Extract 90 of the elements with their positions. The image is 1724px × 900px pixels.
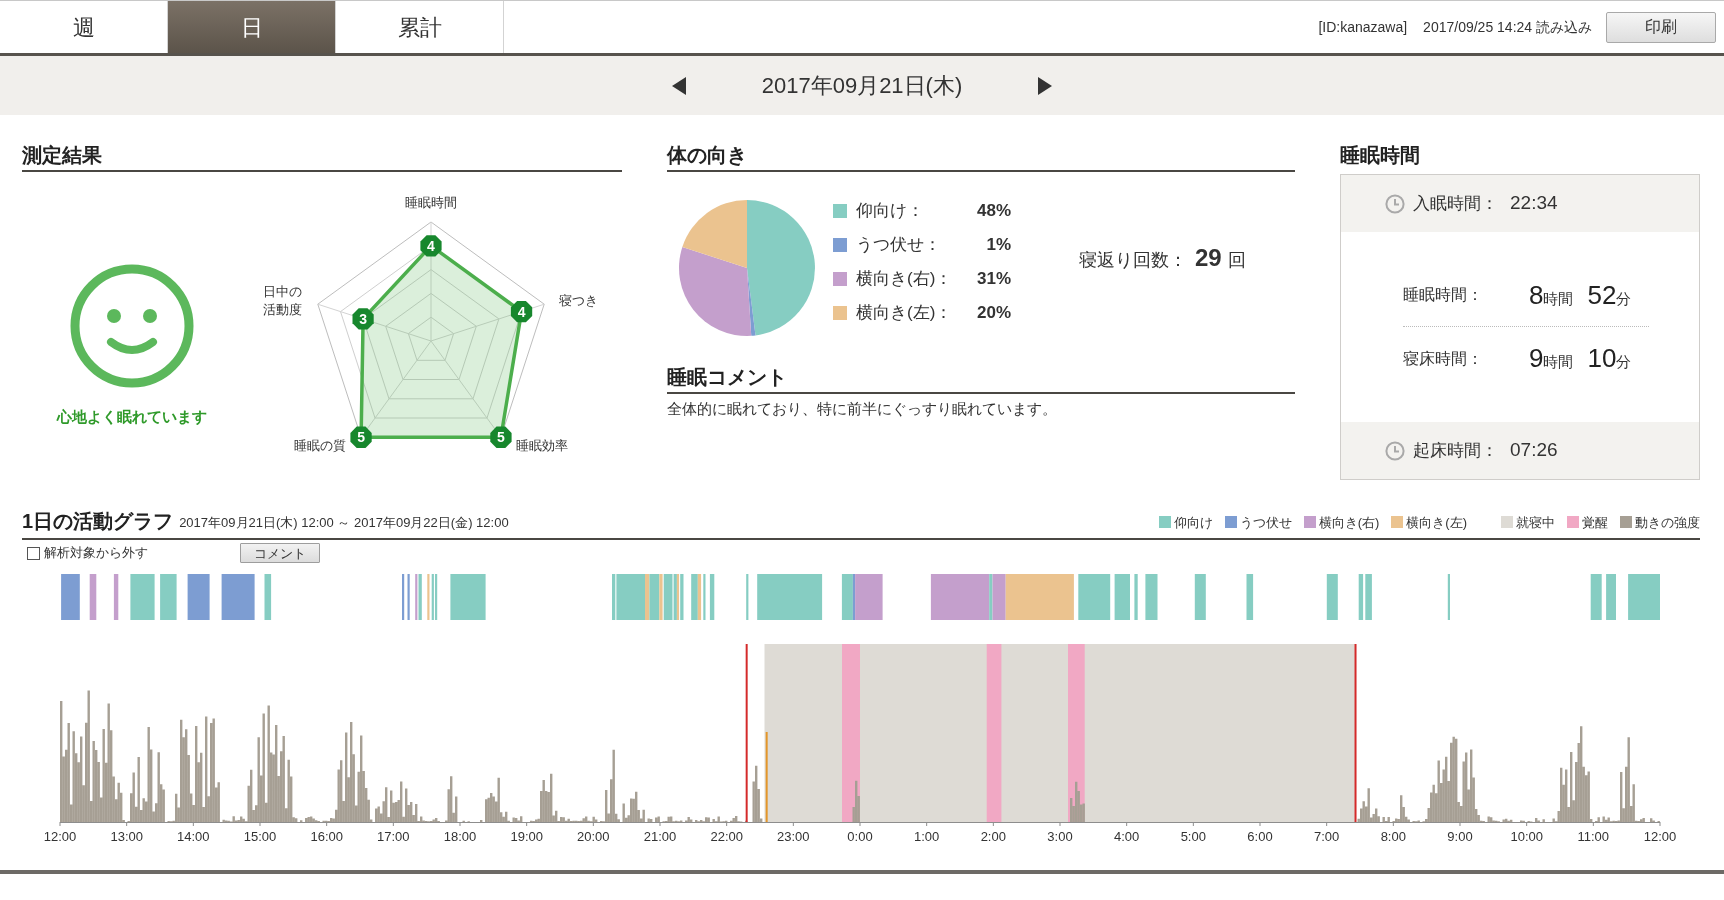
loaded-time-text: 2017/09/25 14:24 読み込み — [1423, 17, 1592, 37]
axis-label: 16:00 — [310, 829, 343, 844]
section-title: 測定結果 — [22, 141, 622, 172]
clock-icon — [1385, 440, 1405, 461]
sleep-onset-time: 22:34 — [1510, 191, 1558, 216]
graph-title: 1日の活動グラフ — [22, 509, 174, 534]
mood-text: 心地よく眠れています — [57, 407, 207, 427]
axis-label: 8:00 — [1380, 829, 1406, 844]
clock-icon — [1385, 193, 1405, 214]
legend-label: うつ伏せ — [1239, 513, 1292, 532]
legend-label: 就寝中 — [1516, 513, 1555, 532]
caret-left-icon — [672, 76, 686, 95]
minutes-unit: 分 — [1616, 353, 1632, 372]
axis-label: 睡眠の質 — [294, 437, 347, 456]
legend-value: 20% — [976, 302, 1011, 325]
turn-count-label: 寝返り回数： — [1079, 248, 1187, 272]
duration-label: 睡眠時間： — [1403, 285, 1484, 305]
comment-text: 全体的に眠れており、特に前半にぐっすり眠れています。 — [667, 399, 1058, 419]
turn-count-unit: 回 — [1227, 248, 1246, 272]
legend-label: 横向き(右) — [1318, 513, 1380, 532]
axis-label: 睡眠効率 — [515, 437, 568, 456]
sleep-onset-label: 入眠時間： — [1413, 192, 1498, 215]
duration-label: 寝床時間： — [1403, 348, 1484, 369]
turn-count-value: 29 — [1195, 242, 1222, 273]
axis-label: 10:00 — [1510, 829, 1543, 844]
duration-minutes: 52 — [1587, 278, 1617, 312]
previous-day-button[interactable] — [672, 76, 686, 95]
print-button[interactable]: 印刷 — [1606, 11, 1716, 43]
legend-label: 覚醒 — [1582, 513, 1608, 532]
axis-label: 12:00 — [1643, 829, 1677, 844]
axis-label: 19:00 — [510, 829, 543, 844]
axis-label: 5:00 — [1180, 829, 1206, 844]
axis-label: 22:00 — [710, 829, 743, 844]
axis-label: 日中の活動度 — [262, 283, 303, 319]
legend-label: 横向き(右)： — [856, 268, 953, 291]
section-title: 体の向き — [667, 141, 1295, 172]
legend-value: 31% — [976, 268, 1011, 291]
axis-label: 3:00 — [1047, 829, 1073, 844]
axis-label: 6:00 — [1247, 829, 1273, 844]
axis-label: 0:00 — [847, 829, 873, 844]
axis-label: 1:00 — [914, 829, 940, 844]
next-day-button[interactable] — [1038, 76, 1052, 95]
axis-label: 2:00 — [980, 829, 1006, 844]
axis-label: 7:00 — [1314, 829, 1340, 844]
axis-label: 4:00 — [1114, 829, 1140, 844]
smiley-face-icon — [70, 264, 194, 388]
legend-label: 仰向け： — [856, 200, 924, 223]
legend-label: 動きの強度 — [1635, 513, 1700, 532]
wake-label: 起床時間： — [1413, 439, 1498, 462]
hours-unit: 時間 — [1543, 353, 1574, 372]
legend-label: うつ伏せ： — [856, 234, 941, 257]
axis-label: 睡眠時間 — [405, 194, 457, 212]
tab[interactable]: 日 — [168, 1, 336, 53]
score-marker: 5 — [350, 426, 372, 448]
duration-hours: 9 — [1529, 342, 1544, 375]
date-range-text: 2017年09月21日(木) 12:00 ～ 2017年09月22日(金) 12:00 — [179, 513, 509, 532]
axis-label: 17:00 — [377, 829, 410, 844]
duration-hours: 8 — [1529, 278, 1544, 312]
legend-label: 横向き(左) — [1406, 513, 1467, 532]
checkbox-label: 解析対象から外す — [44, 544, 148, 563]
score-marker: 4 — [420, 235, 442, 257]
section-title: 睡眠コメント — [667, 363, 1295, 394]
axis-label: 14:00 — [177, 829, 210, 844]
axis-label: 寝つき — [559, 292, 599, 310]
comment-button[interactable]: コメント — [240, 543, 320, 563]
duration-minutes: 10 — [1587, 342, 1617, 375]
legend-label: 仰向け — [1173, 513, 1213, 532]
score-marker: 5 — [490, 426, 512, 448]
legend-value: 1% — [986, 234, 1011, 257]
axis-label: 23:00 — [777, 829, 810, 844]
axis-label: 21:00 — [643, 829, 677, 844]
legend-label: 横向き(左)： — [856, 302, 953, 325]
section-title: 睡眠時間 — [1340, 143, 1421, 168]
minutes-unit: 分 — [1616, 289, 1632, 309]
axis-label: 18:00 — [443, 829, 477, 844]
user-id-text: [ID:kanazawa] — [1318, 17, 1408, 37]
axis-label: 12:00 — [43, 829, 77, 844]
score-marker: 4 — [510, 301, 533, 323]
wake-time: 07:26 — [1510, 438, 1558, 463]
caret-right-icon — [1038, 76, 1052, 95]
axis-label: 20:00 — [577, 829, 610, 844]
axis-label: 11:00 — [1577, 829, 1610, 844]
score-marker: 3 — [352, 308, 374, 330]
axis-label: 13:00 — [110, 829, 143, 844]
hours-unit: 時間 — [1543, 289, 1574, 309]
axis-label: 9:00 — [1447, 829, 1473, 844]
axis-label: 15:00 — [243, 829, 277, 844]
date-title: 2017年09月21日(木) — [760, 72, 964, 100]
checkbox[interactable] — [27, 546, 40, 560]
legend-value: 48% — [976, 200, 1011, 223]
